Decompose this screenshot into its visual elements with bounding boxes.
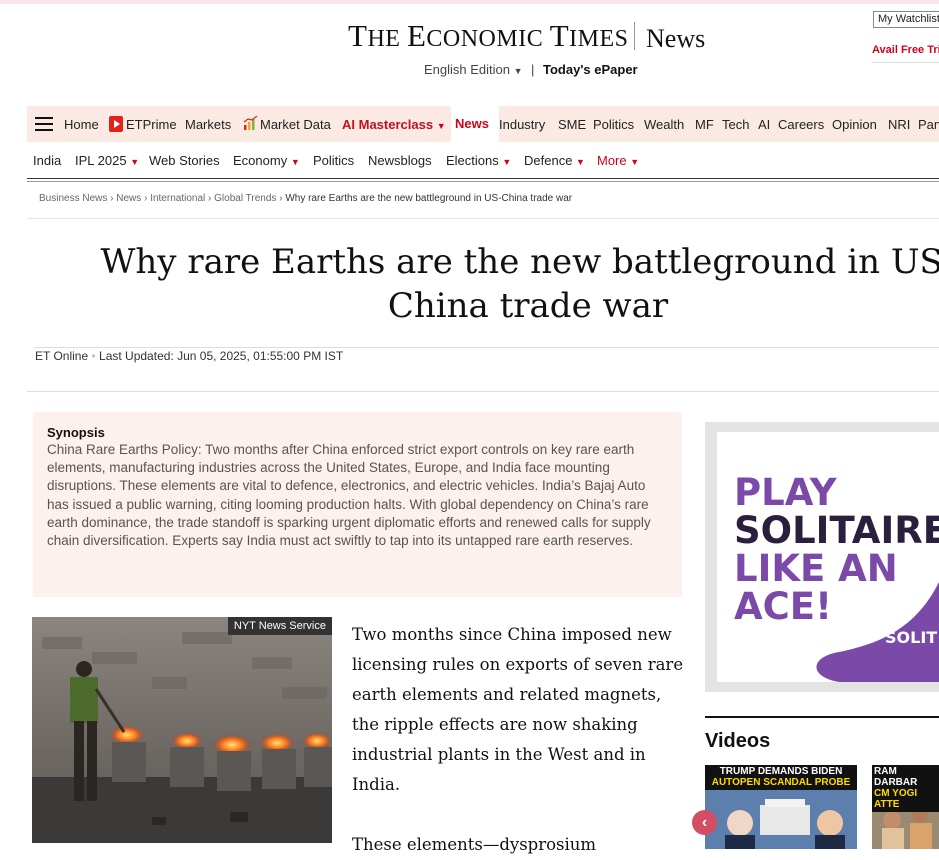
video-caption: RAM DARBAR CM YOGI ATTE [872,765,939,812]
subnav-item-label: More [597,153,627,168]
breadcrumb-item[interactable]: International [150,193,205,204]
epaper-link[interactable]: Today's ePaper [543,62,638,77]
factory-workers-photo [32,617,332,843]
market-data-icon [243,116,258,130]
edition-separator: | [531,62,535,77]
image-credit: NYT News Service [227,617,332,635]
site-logo[interactable]: THE ECONOMIC TIMES [348,18,629,54]
video-caption-line: CM YOGI ATTE [874,788,918,810]
divider [27,391,939,392]
subnav-item-economy[interactable]: Economy ▼ [233,153,300,168]
breadcrumb-item[interactable]: Global Trends [214,193,276,204]
video-card[interactable]: TRUMP DEMANDS BIDEN AUTOPEN SCANDAL PROB… [705,765,857,849]
nav-item-panache[interactable]: Panache [918,117,939,132]
divider [27,181,939,182]
article-headline: Why rare Earths are the new battleground… [100,242,939,326]
breadcrumb-separator: › [110,193,114,204]
nav-item-ai-masterclass[interactable]: AI Masterclass ▼ [342,117,446,132]
breadcrumb: Business News › News › International › G… [39,193,572,204]
divider [705,716,939,718]
edition-label: English Edition [424,62,510,77]
nav-item-ai[interactable]: AI [758,117,770,132]
nav-item-etprime[interactable]: ETPrime [126,117,177,132]
divider [27,178,939,179]
caret-down-icon: ▼ [630,157,640,167]
ad-line: PLAY [734,471,837,514]
synopsis-box: Synopsis China Rare Earths Policy: Two m… [33,412,682,597]
primary-nav: Home ETPrime Markets Market Data AI Mast… [27,106,939,142]
video-card[interactable]: RAM DARBAR CM YOGI ATTE [872,765,939,849]
author-name[interactable]: ET Online [35,349,88,363]
caret-down-icon: ▼ [290,157,300,167]
ad-creative: PLAY SOLITAIRE LIKE AN ACE! SOLIT [717,432,939,682]
breadcrumb-item[interactable]: Business News [39,193,107,204]
subnav-item-label: Defence [524,153,573,168]
caret-down-icon: ▼ [502,157,512,167]
nav-item-mf[interactable]: MF [695,117,714,132]
synopsis-title: Synopsis [47,425,105,440]
breadcrumb-current: Why rare Earths are the new battleground… [285,193,573,204]
chevron-left-icon[interactable]: ‹ [692,810,717,835]
hamburger-menu-icon[interactable] [35,117,53,131]
article-hero-image[interactable]: NYT News Service [32,617,332,843]
nav-item-wealth[interactable]: Wealth [644,117,684,132]
avail-free-trial-link[interactable]: Avail Free Trial [872,44,939,56]
etprime-icon [109,116,123,132]
nav-item-tech[interactable]: Tech [722,117,749,132]
nav-item-home[interactable]: Home [64,117,99,132]
caret-down-icon: ▼ [576,157,585,167]
nav-item-politics[interactable]: Politics [593,117,634,132]
nav-item-news-active[interactable]: News [451,106,499,142]
nav-item-label: AI Masterclass [342,117,434,132]
subnav-item-india[interactable]: India [33,153,61,168]
caret-down-icon: ▼ [130,157,140,167]
subnav-item-more[interactable]: More ▼ [597,153,639,168]
byline: ET Online • Last Updated: Jun 05, 2025, … [35,349,343,363]
subnav-item-defence[interactable]: Defence ▼ [524,153,585,168]
article-paragraph: Two months since China imposed new licen… [352,625,684,794]
video-caption-line: RAM DARBAR [874,766,918,788]
subnav-item-elections[interactable]: Elections ▼ [446,153,511,168]
divider [27,218,939,219]
nav-item-industry[interactable]: Industry [499,117,545,132]
nav-item-careers[interactable]: Careers [778,117,824,132]
breadcrumb-separator: › [144,193,148,204]
logo-divider [634,22,635,50]
section-title[interactable]: News [646,24,705,54]
subnav-item-label: IPL 2025 [75,153,127,168]
nav-item-label: News [455,116,489,131]
nav-item-opinion[interactable]: Opinion [832,117,877,132]
subnav-item-politics[interactable]: Politics [313,153,354,168]
video-caption: TRUMP DEMANDS BIDEN AUTOPEN SCANDAL PROB… [705,765,857,790]
breadcrumb-separator: › [208,193,212,204]
subnav-item-web-stories[interactable]: Web Stories [149,153,220,168]
edition-selector[interactable]: English Edition ▼ [424,62,523,77]
subnav-item-label: Elections [446,153,499,168]
nav-item-markets[interactable]: Markets [185,117,231,132]
last-updated: Last Updated: Jun 05, 2025, 01:55:00 PM … [99,349,344,363]
nav-item-sme[interactable]: SME [558,117,586,132]
subnav-item-newsblogs[interactable]: Newsblogs [368,153,432,168]
subnav-item-label: Economy [233,153,288,168]
ad-brand: SOLIT [885,628,938,647]
byline-dot: • [91,349,96,363]
synopsis-text: China Rare Earths Policy: Two months aft… [47,442,651,549]
article-paragraph: These elements—dysprosium [352,835,597,854]
nav-item-nri[interactable]: NRI [888,117,910,132]
videos-heading: Videos [705,730,771,752]
video-caption-line: TRUMP DEMANDS BIDEN [719,766,843,777]
caret-down-icon: ▼ [513,66,523,76]
advertisement-banner[interactable]: PLAY SOLITAIRE LIKE AN ACE! SOLIT [705,422,939,692]
divider [872,62,939,63]
breadcrumb-item[interactable]: News [116,193,141,204]
subnav-item-ipl[interactable]: IPL 2025 ▼ [75,153,139,168]
ad-line: SOLITAIRE [734,509,939,552]
top-accent-bar [0,0,939,4]
caret-down-icon: ▼ [436,121,446,131]
watchlist-button[interactable]: My Watchlist [873,11,939,28]
nav-item-market-data[interactable]: Market Data [260,117,331,132]
video-caption-line: AUTOPEN SCANDAL PROBE [711,777,851,788]
breadcrumb-separator: › [279,193,283,204]
divider [35,347,939,348]
